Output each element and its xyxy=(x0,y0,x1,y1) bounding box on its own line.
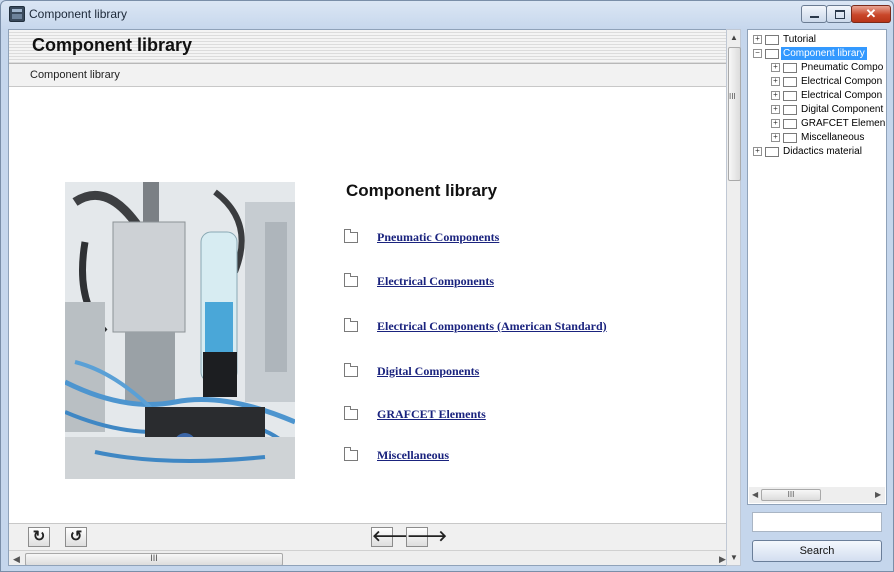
expand-icon[interactable]: + xyxy=(771,91,780,100)
expand-icon[interactable]: + xyxy=(753,35,762,44)
link-label[interactable]: Electrical Components (American Standard… xyxy=(377,319,607,334)
scrollbar-thumb[interactable]: III xyxy=(761,489,821,501)
expand-icon[interactable]: + xyxy=(753,147,762,156)
expand-icon[interactable]: + xyxy=(771,63,780,72)
arrow-right-icon: 🡒 xyxy=(407,528,448,545)
collapse-icon[interactable]: − xyxy=(753,49,762,58)
close-button[interactable]: ✕ xyxy=(851,5,891,23)
folder-icon xyxy=(765,147,779,157)
folder-icon xyxy=(344,406,358,420)
scrollbar-grip: III xyxy=(150,553,158,563)
window-title: Component library xyxy=(29,7,128,21)
folder-icon xyxy=(344,273,358,287)
tree-item-label[interactable]: GRAFCET Elemen xyxy=(799,117,886,130)
expand-icon[interactable]: + xyxy=(771,105,780,114)
folder-icon xyxy=(344,447,358,461)
title-bar[interactable]: Component library ✕ xyxy=(1,1,893,27)
folder-icon xyxy=(783,77,797,87)
breadcrumb: Component library xyxy=(9,64,733,87)
search-input[interactable] xyxy=(752,512,882,532)
scroll-down-icon[interactable]: ▼ xyxy=(730,553,738,562)
reload-icon: ↻ xyxy=(32,528,46,545)
tree-item-label[interactable]: Component library xyxy=(781,47,867,60)
folder-icon xyxy=(783,119,797,129)
folder-icon xyxy=(344,363,358,377)
link-label[interactable]: Miscellaneous xyxy=(377,448,449,463)
tree-item-label[interactable]: Electrical Compon xyxy=(799,75,884,88)
scroll-left-icon[interactable]: ◀ xyxy=(752,490,758,499)
link-label[interactable]: Pneumatic Components xyxy=(377,230,499,245)
folder-icon xyxy=(765,49,779,59)
scroll-right-icon[interactable]: ▶ xyxy=(719,554,726,565)
navigation-tree[interactable]: + Tutorial − Component library + Pneumat… xyxy=(747,29,887,505)
horizontal-scrollbar[interactable]: ◀ III ▶ xyxy=(9,550,733,565)
folder-icon xyxy=(344,318,358,332)
tree-item-label[interactable]: Digital Component xyxy=(799,103,885,116)
tree-horizontal-scrollbar[interactable]: ◀ III ▶ xyxy=(749,487,885,503)
folder-icon xyxy=(783,63,797,73)
folder-icon xyxy=(344,229,358,243)
expand-icon[interactable]: + xyxy=(771,77,780,86)
minimize-button[interactable] xyxy=(801,5,827,23)
library-heading: Component library xyxy=(346,181,498,200)
expand-icon[interactable]: + xyxy=(771,133,780,142)
breadcrumb-item[interactable]: Component library xyxy=(30,69,120,81)
navigation-bar: ↻ ↺ 🡐 🡒 xyxy=(9,523,733,551)
tree-item-label[interactable]: Miscellaneous xyxy=(799,131,866,144)
page-header: Component library xyxy=(9,30,733,64)
folder-icon xyxy=(783,133,797,143)
refresh-icon: ↺ xyxy=(69,528,83,545)
maximize-button[interactable] xyxy=(826,5,852,23)
scrollbar-thumb[interactable] xyxy=(728,47,741,181)
reload-button[interactable]: ↻ xyxy=(28,527,50,547)
tree-item-label[interactable]: Electrical Compon xyxy=(799,89,884,102)
back-button[interactable]: 🡐 xyxy=(371,527,412,547)
scrollbar-thumb[interactable]: III xyxy=(25,553,283,565)
folder-icon xyxy=(765,35,779,45)
tree-item-label[interactable]: Tutorial xyxy=(781,33,818,46)
expand-icon[interactable]: + xyxy=(771,119,780,128)
page-title: Component library xyxy=(32,35,193,55)
refresh-button[interactable]: ↺ xyxy=(65,527,87,547)
search-button[interactable]: Search xyxy=(752,540,882,562)
folder-icon xyxy=(783,91,797,101)
forward-button[interactable]: 🡒 xyxy=(406,527,447,547)
folder-icon xyxy=(783,105,797,115)
content-pane: Component library Component library Comp… xyxy=(8,29,734,566)
close-icon: ✕ xyxy=(865,6,877,21)
component-photo xyxy=(65,182,295,479)
tree-item-label[interactable]: Pneumatic Compo xyxy=(799,61,885,74)
link-label[interactable]: GRAFCET Elements xyxy=(377,407,486,422)
vertical-scrollbar[interactable]: ▲ III ▼ xyxy=(726,29,741,566)
scroll-up-icon[interactable]: ▲ xyxy=(730,33,738,42)
link-label[interactable]: Electrical Components xyxy=(377,274,494,289)
scrollbar-grip: III xyxy=(729,92,736,101)
app-icon xyxy=(9,6,25,22)
tree-item-label[interactable]: Didactics material xyxy=(781,145,864,158)
link-label[interactable]: Digital Components xyxy=(377,364,479,379)
scroll-right-icon[interactable]: ▶ xyxy=(875,490,881,499)
scroll-left-icon[interactable]: ◀ xyxy=(13,554,20,565)
